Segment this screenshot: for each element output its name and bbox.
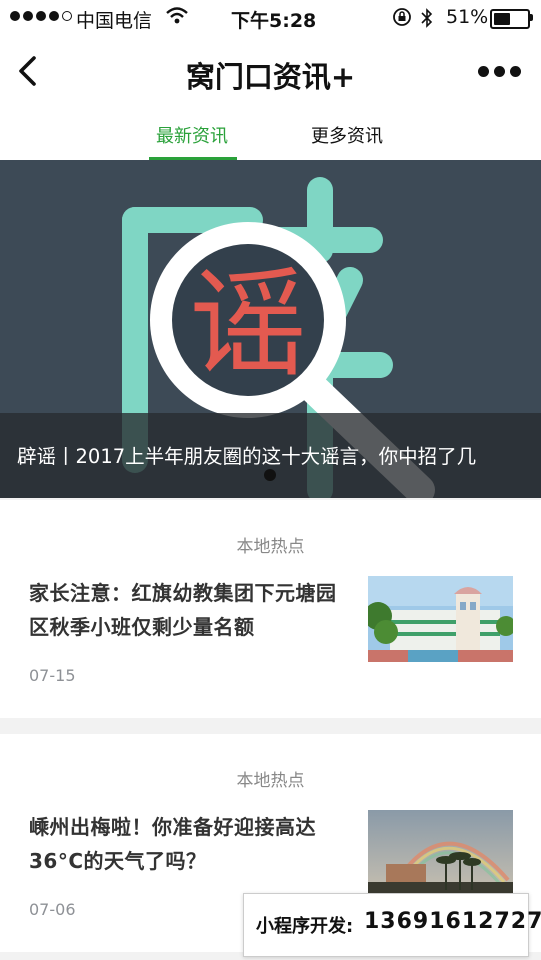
carousel-indicator-dot[interactable] xyxy=(264,469,276,481)
article-thumbnail[interactable] xyxy=(368,810,513,896)
banner-caption: 辟谣丨2017上半年朋友圈的这十大谣言，你中招了几 xyxy=(17,445,477,468)
rotation-lock-icon xyxy=(392,7,412,32)
tab-latest-news[interactable]: 最新资讯 xyxy=(156,122,228,148)
article-thumbnail[interactable] xyxy=(368,576,513,662)
ad-phone-number[interactable]: 13691612727 xyxy=(364,909,541,934)
page: 中国电信 下午5:28 51% 窝门口资讯+ 最新资讯 更多资讯 谣 辟谣丨20… xyxy=(0,0,541,960)
article-card[interactable]: 本地热点 家长注意：红旗幼教集团下元塘园区秋季小班仅剩少量名额 07-15 xyxy=(0,500,541,718)
floating-ad-banner[interactable]: 小程序开发: 13691612727 xyxy=(243,893,541,957)
page-title: 窝门口资讯+ xyxy=(185,60,356,94)
article-title[interactable]: 嵊州出梅啦！你准备好迎接高达36°C的天气了吗？ xyxy=(29,810,354,878)
section-label: 本地热点 xyxy=(236,537,305,557)
article-date: 07-06 xyxy=(29,900,76,919)
battery-icon xyxy=(490,9,530,29)
tab-bar: 最新资讯 更多资讯 xyxy=(0,108,541,160)
banner-caption-bar: 辟谣丨2017上半年朋友圈的这十大谣言，你中招了几 xyxy=(0,413,541,498)
clock-time: 下午5:28 xyxy=(231,10,317,32)
ad-label: 小程序开发: xyxy=(256,916,354,937)
status-bar: 中国电信 下午5:28 51% xyxy=(0,0,541,36)
nav-bar: 窝门口资讯+ xyxy=(0,36,541,108)
signal-strength-icon xyxy=(10,11,72,21)
carrier-name: 中国电信 xyxy=(76,10,153,32)
article-title[interactable]: 家长注意：红旗幼教集团下元塘园区秋季小班仅剩少量名额 xyxy=(29,576,354,644)
article-date: 07-15 xyxy=(29,666,76,685)
battery-percent: 51% xyxy=(446,6,489,28)
banner-glyph: 谣 xyxy=(189,255,307,393)
more-button[interactable] xyxy=(478,66,521,77)
more-dots-icon xyxy=(478,66,489,77)
section-label: 本地热点 xyxy=(236,771,305,791)
tab-more-news[interactable]: 更多资讯 xyxy=(311,122,383,148)
banner-carousel[interactable]: 谣 辟谣丨2017上半年朋友圈的这十大谣言，你中招了几 xyxy=(0,160,541,498)
wifi-icon xyxy=(166,7,188,30)
bluetooth-icon xyxy=(420,7,434,34)
